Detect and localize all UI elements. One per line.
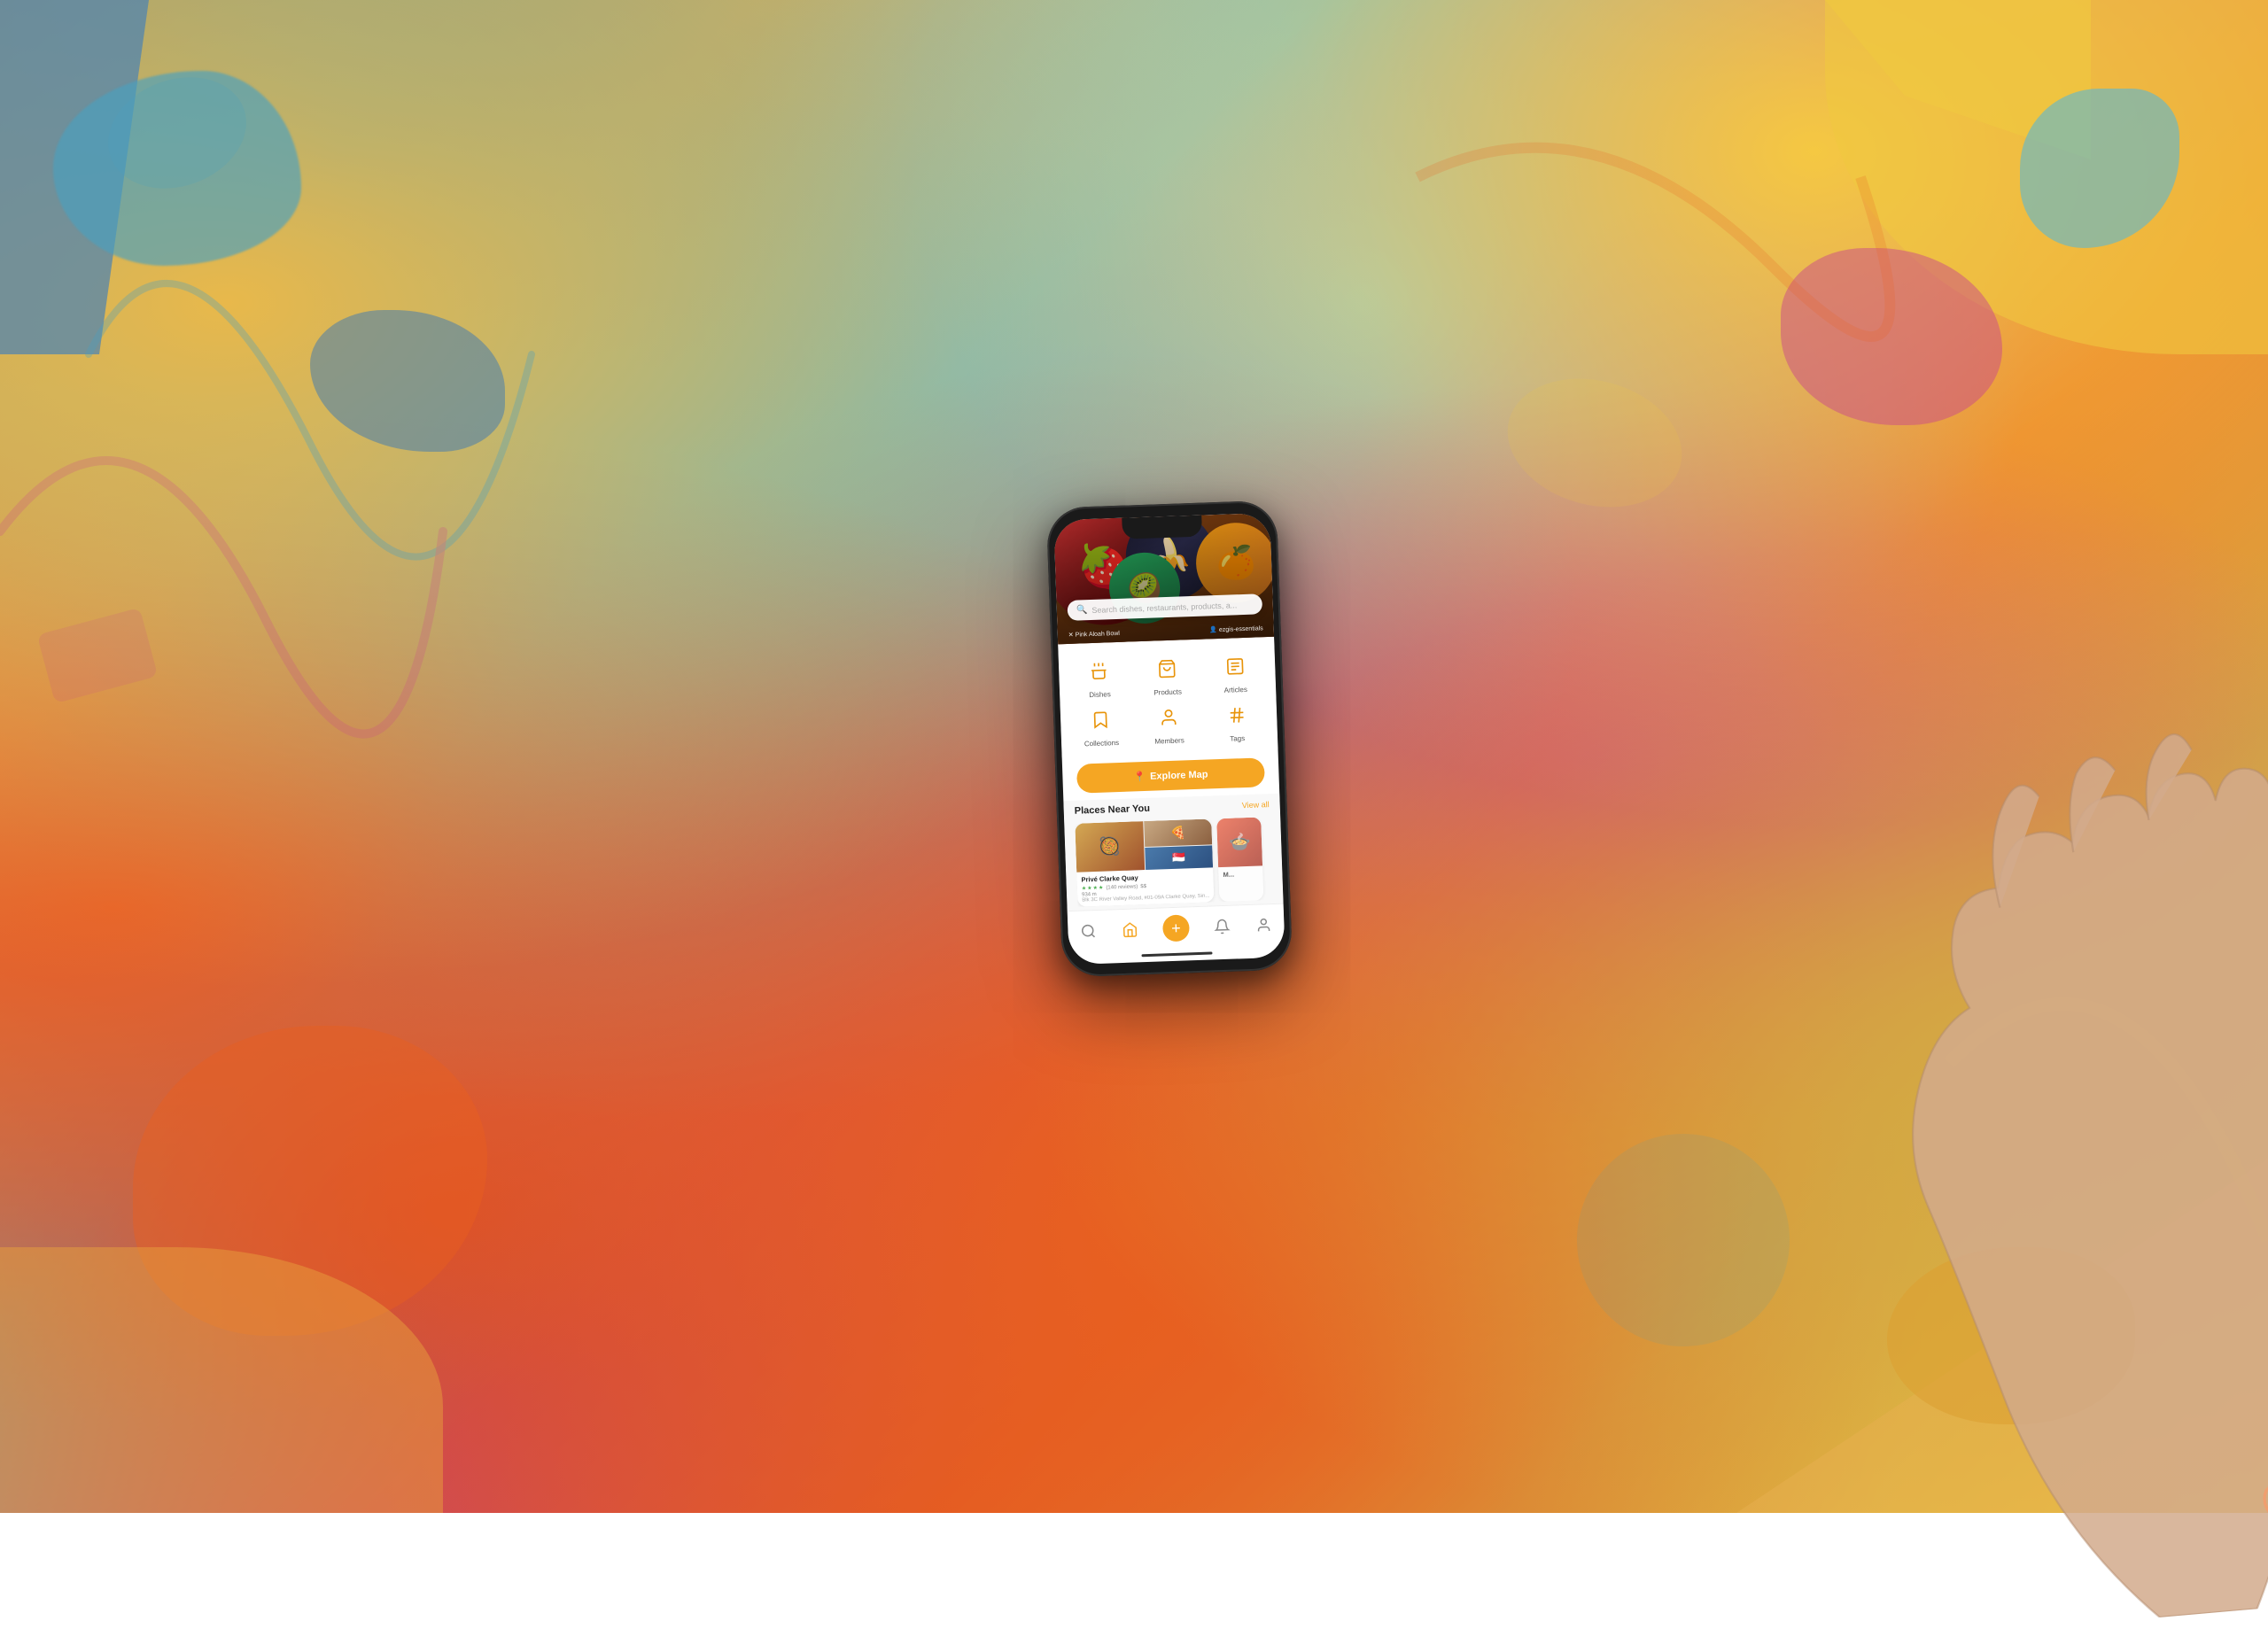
- articles-label: Articles: [1224, 686, 1248, 694]
- places-scroll: 🥘 🍕 🇸🇬 Privé Clarke Quay ★: [1075, 817, 1272, 907]
- category-members[interactable]: Members: [1137, 701, 1200, 746]
- place-price-1: $$: [1140, 884, 1146, 889]
- category-grid: Dishes Products: [1058, 637, 1278, 757]
- places-title: Places Near You: [1075, 803, 1151, 817]
- search-icon: 🔍: [1076, 605, 1088, 615]
- places-header: Places Near You View all: [1075, 799, 1270, 817]
- place-card-1[interactable]: 🥘 🍕 🇸🇬 Privé Clarke Quay ★: [1075, 818, 1214, 906]
- nav-search[interactable]: [1080, 923, 1097, 940]
- members-icon: [1153, 701, 1185, 733]
- members-label: Members: [1154, 736, 1184, 745]
- place-rating-1: ★ ★ ★ ★: [1082, 885, 1104, 892]
- place-reviews-1: (140 reviews): [1106, 884, 1138, 890]
- places-section: Places Near You View all 🥘 🍕 🇸🇬: [1063, 794, 1283, 911]
- place-name-2: M...: [1223, 870, 1258, 879]
- articles-icon: [1218, 650, 1251, 683]
- tags-label: Tags: [1230, 734, 1245, 743]
- nav-home[interactable]: [1122, 921, 1138, 938]
- search-placeholder-text: Search dishes, restaurants, products, a.…: [1091, 601, 1237, 615]
- phone-notch: [1122, 516, 1202, 539]
- category-tags[interactable]: Tags: [1205, 698, 1269, 743]
- place-image-card2: 🍲: [1216, 817, 1262, 867]
- place-info-1: Privé Clarke Quay ★ ★ ★ ★ (140: [1076, 867, 1214, 906]
- category-dishes[interactable]: Dishes: [1068, 655, 1131, 700]
- category-collections[interactable]: Collections: [1069, 702, 1133, 748]
- products-label: Products: [1153, 687, 1182, 696]
- category-articles[interactable]: Articles: [1203, 649, 1267, 694]
- collections-label: Collections: [1084, 739, 1119, 748]
- place-info-2: M...: [1218, 865, 1263, 884]
- place-image-flag: 🇸🇬: [1145, 845, 1213, 870]
- nav-profile[interactable]: [1255, 917, 1272, 934]
- explore-map-button[interactable]: 📍 Explore Map: [1076, 757, 1265, 793]
- screen-content: 🍓 🍌 🍊 🥝 🔍 Search dishes, restauran: [1053, 513, 1285, 965]
- collections-icon: [1084, 703, 1117, 736]
- view-all-link[interactable]: View all: [1242, 800, 1270, 810]
- phone-screen: 🍓 🍌 🍊 🥝 🔍 Search dishes, restauran: [1053, 513, 1285, 965]
- phone-shell: 🍓 🍌 🍊 🥝 🔍 Search dishes, restauran: [1046, 500, 1293, 978]
- tags-icon: [1220, 699, 1253, 732]
- add-button[interactable]: +: [1162, 914, 1190, 942]
- nav-add[interactable]: +: [1162, 914, 1190, 942]
- dishes-icon: [1083, 655, 1115, 687]
- scene-container: 🍓 🍌 🍊 🥝 🔍 Search dishes, restauran: [0, 0, 2268, 1513]
- category-products[interactable]: Products: [1135, 652, 1199, 697]
- map-pin-icon: 📍: [1133, 771, 1146, 782]
- place-image-main: 🥘: [1075, 821, 1144, 873]
- place-image-2: 🍕: [1144, 818, 1213, 846]
- dishes-label: Dishes: [1089, 690, 1111, 699]
- hand-svg: [1678, 612, 2268, 1652]
- place-card-2[interactable]: 🍲 M...: [1216, 817, 1263, 902]
- nav-notifications[interactable]: [1214, 919, 1231, 935]
- products-icon: [1151, 652, 1184, 685]
- phone-mockup: 🍓 🍌 🍊 🥝 🔍 Search dishes, restauran: [1046, 500, 1293, 978]
